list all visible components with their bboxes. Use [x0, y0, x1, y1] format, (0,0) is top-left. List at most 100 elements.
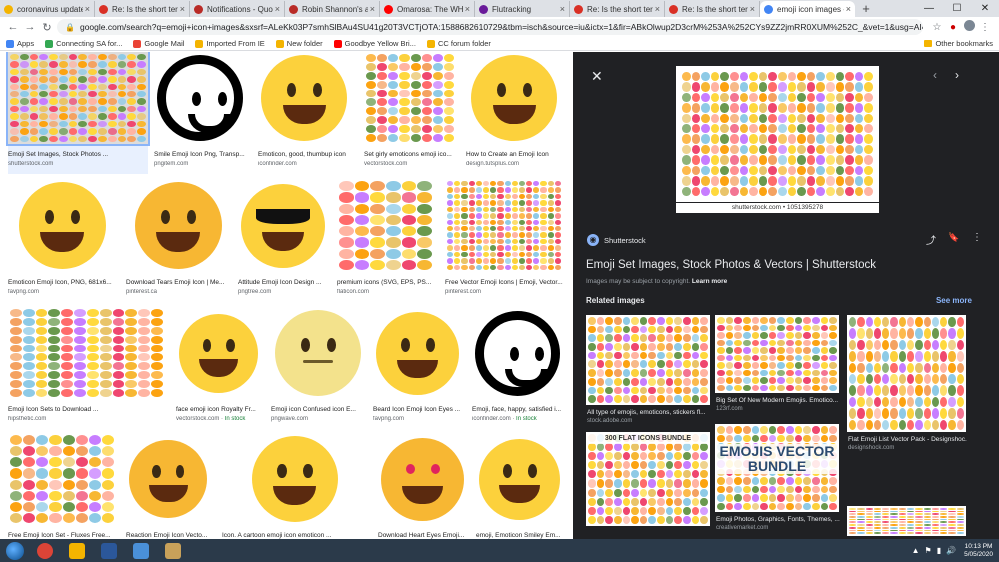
result-caption[interactable]: Set girly emoticons emoji ico... [364, 151, 456, 158]
image-result-card[interactable]: Attitude Emoji Icon Design ... pngtree.co… [238, 179, 328, 302]
other-bookmarks[interactable]: Other bookmarks [924, 39, 993, 48]
browser-tab[interactable]: Robin Shannon's answe× [285, 1, 380, 17]
browser-tab[interactable]: Re: Is the short term re× [95, 1, 190, 17]
result-thumbnail[interactable] [126, 433, 210, 525]
bookmark-item[interactable]: Imported From IE [195, 39, 265, 48]
related-thumbnail[interactable]: 300 FLAT ICONS BUNDLE [586, 432, 710, 526]
result-thumbnail[interactable] [238, 179, 328, 272]
learn-more-link[interactable]: Learn more [692, 278, 727, 285]
browser-tab[interactable]: Notifications - Quora × [190, 1, 285, 17]
result-caption[interactable]: Free Vector Emoji Icons | Emoji, Vector.… [445, 279, 563, 286]
tab-close-icon[interactable]: × [465, 4, 470, 14]
browser-tab[interactable]: Re: Is the short term re× [570, 1, 665, 17]
result-thumbnail[interactable] [176, 307, 261, 399]
see-more-link[interactable]: See more [936, 296, 972, 305]
related-thumbnail[interactable] [586, 315, 710, 405]
image-result-card[interactable]: Icon. A cartoon emoji icon emoticon ... [222, 433, 367, 539]
related-image-card[interactable]: Flat Emoji List Vector Pack - Designshoc… [847, 315, 967, 456]
related-caption[interactable]: Emoji Photos, Graphics, Fonts, Themes, .… [716, 516, 840, 523]
result-caption[interactable]: Emoji Set Images, Stock Photos ... [8, 151, 148, 158]
result-thumbnail[interactable] [126, 179, 230, 272]
taskbar-app-folder[interactable] [62, 540, 92, 561]
image-result-card[interactable]: Emoji icon Confused icon E... pngwave.com [271, 307, 365, 429]
close-panel-icon[interactable]: ✕ [591, 68, 603, 85]
image-result-card[interactable]: face emoji icon Royalty Fr... vectorstock… [176, 307, 261, 429]
tab-close-icon[interactable]: × [180, 4, 185, 14]
bookmark-item[interactable]: Connecting SA for... [45, 39, 122, 48]
next-image-icon[interactable]: › [955, 68, 959, 82]
image-result-card[interactable]: Emoji Set Images, Stock Photos ... shutte… [8, 52, 148, 174]
related-caption[interactable]: Big Set Of New Modern Emojis. Emotico... [716, 397, 840, 404]
result-caption[interactable]: face emoji icon Royalty Fr... [176, 406, 261, 413]
clock[interactable]: 10:13 PM 5/05/2020 [964, 543, 993, 559]
tab-close-icon[interactable]: × [846, 4, 851, 14]
result-thumbnail[interactable] [8, 433, 116, 525]
browser-tab[interactable]: Re: Is the short term re× [665, 1, 760, 17]
image-result-card[interactable]: Emoticon, good, thumbup icon iconfinder.c… [258, 52, 350, 174]
result-caption[interactable]: How to Create an Emoji Icon [466, 151, 562, 158]
related-caption[interactable]: All type of emojis, emoticons, stickers … [587, 409, 711, 416]
chrome-menu-icon[interactable]: ⋮ [977, 22, 993, 33]
result-thumbnail[interactable] [373, 307, 462, 399]
new-tab-button[interactable]: + [858, 1, 874, 17]
image-result-card[interactable]: Set girly emoticons emoji ico... vectorst… [364, 52, 456, 174]
bookmark-item[interactable]: CC forum folder [426, 39, 491, 48]
result-thumbnail[interactable] [472, 307, 563, 399]
result-thumbnail[interactable] [271, 307, 365, 399]
result-caption[interactable]: Emoji, face, happy, satisfied i... [472, 406, 563, 413]
result-thumbnail[interactable] [476, 433, 563, 525]
result-caption[interactable]: Reaction Emoji Icon Vecto... [126, 532, 210, 539]
result-thumbnail[interactable] [258, 52, 350, 144]
result-caption[interactable]: Icon. A cartoon emoji icon emoticon ... [222, 532, 367, 539]
image-result-card[interactable]: How to Create an Emoji Icon design.tutspl… [466, 52, 562, 174]
image-result-card[interactable]: emoji, Emoticon Smiley Em... [476, 433, 563, 539]
related-thumbnail[interactable]: EMOJIS VECTOR BUNDLE [715, 424, 839, 512]
save-icon[interactable]: 🔖 [944, 232, 964, 248]
result-thumbnail[interactable] [378, 433, 467, 525]
reload-button[interactable]: ↻ [40, 21, 54, 34]
profile-avatar[interactable] [961, 20, 977, 34]
maximize-button[interactable]: ☐ [943, 0, 971, 17]
tray-icon[interactable]: 🔊 [946, 546, 956, 555]
bookmark-star-icon[interactable]: ☆ [929, 22, 945, 33]
related-caption[interactable]: Flat Emoji List Vector Pack - Designshoc… [848, 436, 967, 443]
more-options-icon[interactable]: ⋮ [967, 232, 987, 248]
image-result-card[interactable]: Download Heart Eyes Emoji... [378, 433, 467, 539]
result-caption[interactable]: Emoji icon Confused icon E... [271, 406, 365, 413]
related-image-card[interactable]: 300 FLAT ICONS BUNDLE [586, 432, 710, 539]
result-thumbnail[interactable] [8, 307, 165, 399]
tab-close-icon[interactable]: × [655, 4, 660, 14]
tab-close-icon[interactable]: × [750, 4, 755, 14]
related-thumbnail[interactable] [715, 315, 839, 393]
related-image-card[interactable]: All type of emojis, emoticons, stickers … [586, 315, 710, 429]
result-thumbnail[interactable] [445, 179, 563, 272]
result-thumbnail[interactable] [154, 52, 246, 144]
tab-close-icon[interactable]: × [85, 4, 90, 14]
result-caption[interactable]: Emoji Icon Sets to Download ... [8, 406, 165, 413]
result-caption[interactable]: Emoticon, good, thumbup icon [258, 151, 350, 158]
browser-tab[interactable]: coronavirus update we× [0, 1, 95, 17]
result-title[interactable]: Emoji Set Images, Stock Photos & Vectors… [586, 259, 876, 271]
image-result-card[interactable]: Emoji, face, happy, satisfied i... iconfi… [472, 307, 563, 429]
source-link[interactable]: ◉ Shutterstock [587, 234, 646, 246]
tab-close-icon[interactable]: × [370, 4, 375, 14]
forward-button[interactable]: → [23, 21, 37, 33]
result-thumbnail[interactable] [364, 52, 456, 144]
related-image-card[interactable] [847, 506, 966, 539]
result-thumbnail[interactable] [8, 179, 116, 272]
result-caption[interactable]: Free Emoji Icon Set - Fluxes Free... [8, 532, 116, 539]
start-button[interactable] [0, 539, 30, 562]
related-thumbnail[interactable] [847, 506, 966, 536]
extension-icon[interactable]: ● [945, 22, 961, 33]
result-caption[interactable]: Attitude Emoji Icon Design ... [238, 279, 328, 286]
related-image-card[interactable]: EMOJIS VECTOR BUNDLE Emoji Photos, Graphi… [715, 424, 840, 536]
address-bar[interactable]: 🔒 google.com/search?q=emoji+icon+images&… [57, 19, 923, 35]
image-result-card[interactable]: Download Tears Emoji Icon | Me... pintere… [126, 179, 230, 302]
image-result-card[interactable]: Emoticon Emoji Icon, PNG, 681x6... favpng… [8, 179, 116, 302]
related-image-card[interactable]: Big Set Of New Modern Emojis. Emotico...… [715, 315, 839, 417]
previous-image-icon[interactable]: ‹ [933, 68, 937, 82]
taskbar-app-word[interactable] [94, 540, 124, 561]
taskbar-app-explorer[interactable] [126, 540, 156, 561]
bookmark-item[interactable]: Goodbye Yellow Bri... [333, 39, 416, 48]
result-caption[interactable]: premium icons (SVG, EPS, PS... [337, 279, 434, 286]
